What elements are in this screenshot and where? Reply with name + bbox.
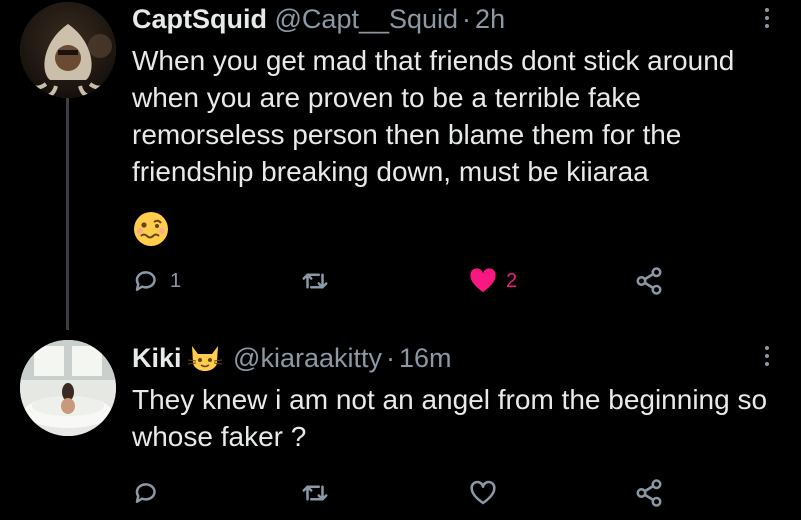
like-icon xyxy=(470,268,496,293)
user-handle[interactable]: @kiaraakitty xyxy=(233,343,382,373)
share-icon xyxy=(636,267,662,295)
share-icon xyxy=(636,479,662,507)
like-icon xyxy=(470,480,496,505)
retweet-icon xyxy=(302,273,328,289)
like-button[interactable]: 2 xyxy=(468,266,517,296)
like-button[interactable] xyxy=(468,478,498,508)
retweet-button[interactable] xyxy=(300,478,330,508)
like-count: 2 xyxy=(506,269,518,292)
timestamp[interactable]: 2h xyxy=(475,4,505,34)
tweet-text: They knew i am not an angel from the beg… xyxy=(132,384,768,452)
reply-icon xyxy=(135,483,156,503)
photo-avatar-icon xyxy=(20,340,116,436)
timestamp[interactable]: 16m xyxy=(399,343,452,373)
more-options-icon[interactable] xyxy=(765,8,771,28)
reply-button[interactable]: 1 xyxy=(132,266,181,296)
reply-icon xyxy=(135,271,156,291)
avatar-kiki[interactable] xyxy=(20,340,116,436)
tweet-header: Kiki @kiaraakitty · 16m xyxy=(132,341,452,375)
display-name[interactable]: CaptSquid xyxy=(132,4,267,34)
display-name[interactable]: Kiki xyxy=(132,343,182,373)
share-button[interactable] xyxy=(634,478,664,508)
retweet-icon xyxy=(302,485,328,501)
separator-dot: · xyxy=(386,343,395,373)
thread-line xyxy=(66,98,69,330)
more-options-icon[interactable] xyxy=(765,346,771,366)
tweet-header: CaptSquid @Capt__Squid · 2h xyxy=(132,2,505,36)
share-button[interactable] xyxy=(634,266,664,296)
cat-face-emoji xyxy=(187,342,222,372)
avatar-captsquid[interactable] xyxy=(20,2,116,98)
reply-button[interactable] xyxy=(132,478,162,508)
user-handle[interactable]: @Capt__Squid xyxy=(275,4,459,34)
reply-count: 1 xyxy=(170,269,182,292)
squid-avatar-icon xyxy=(20,2,116,98)
tweet-1[interactable]: CaptSquid @Capt__Squid · 2h When you get m… xyxy=(0,0,801,330)
tweet-text: When you get mad that friends dont stick… xyxy=(132,45,735,187)
separator-dot: · xyxy=(462,4,472,34)
woozy-face-emoji xyxy=(132,210,170,248)
retweet-button[interactable] xyxy=(300,266,330,296)
